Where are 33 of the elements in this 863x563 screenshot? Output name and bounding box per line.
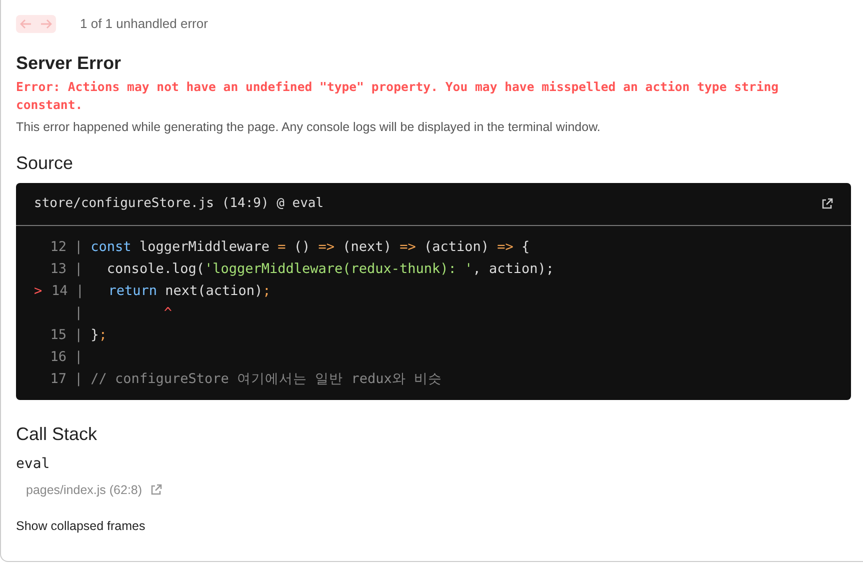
gutter-separator: | xyxy=(74,326,83,345)
code-line: return next(action); xyxy=(107,282,271,301)
external-link-icon[interactable] xyxy=(821,198,833,210)
gutter-separator: | xyxy=(74,260,83,279)
error-message: Error: Actions may not have an undefined "type" property. You may have misspelled an action type string constant. xyxy=(16,79,780,114)
line-number: 16 xyxy=(50,348,67,365)
gutter-separator: | xyxy=(74,370,83,389)
section-heading: Source xyxy=(16,152,74,174)
line-number: 17 xyxy=(50,370,67,387)
section-heading: Call Stack xyxy=(16,424,98,446)
error-count: 1 of 1 unhandled error xyxy=(80,15,208,33)
function-name: eval xyxy=(16,454,51,474)
line-number: 13 xyxy=(50,260,67,277)
error-description: This error happened while generating the page. Any console logs will be displayed in the terminal window. xyxy=(16,119,602,136)
code-line: }; xyxy=(90,326,107,345)
gutter-separator: | xyxy=(74,304,83,323)
collapsed-frames-toggle[interactable]: Show collapsed frames xyxy=(16,517,146,536)
gutter-separator: | xyxy=(74,238,83,257)
code-line: const loggerMiddleware = () => (next) => (action) => { xyxy=(90,238,530,257)
code-line: ^ xyxy=(162,304,172,323)
right-arrow-icon xyxy=(39,16,53,31)
frame-location: pages/index.js (62:8) xyxy=(26,482,142,499)
code-line: console.log('loggerMiddleware(redux-thunk): ', action); xyxy=(106,260,554,279)
gutter-separator: | xyxy=(76,282,84,301)
file-name: store/configureStore.js (14:9) @ eval xyxy=(34,195,324,214)
line-number: 14 xyxy=(52,282,68,299)
page-title: Server Error xyxy=(16,52,122,74)
line-number: 12 xyxy=(50,238,67,255)
line-number: 15 xyxy=(50,326,67,343)
gutter-separator: | xyxy=(74,348,83,367)
line-marker: > xyxy=(34,282,44,301)
left-arrow-icon xyxy=(19,16,33,31)
code-line: // configureStore 여기에서는 일반 redux와 비슷 xyxy=(90,370,442,389)
